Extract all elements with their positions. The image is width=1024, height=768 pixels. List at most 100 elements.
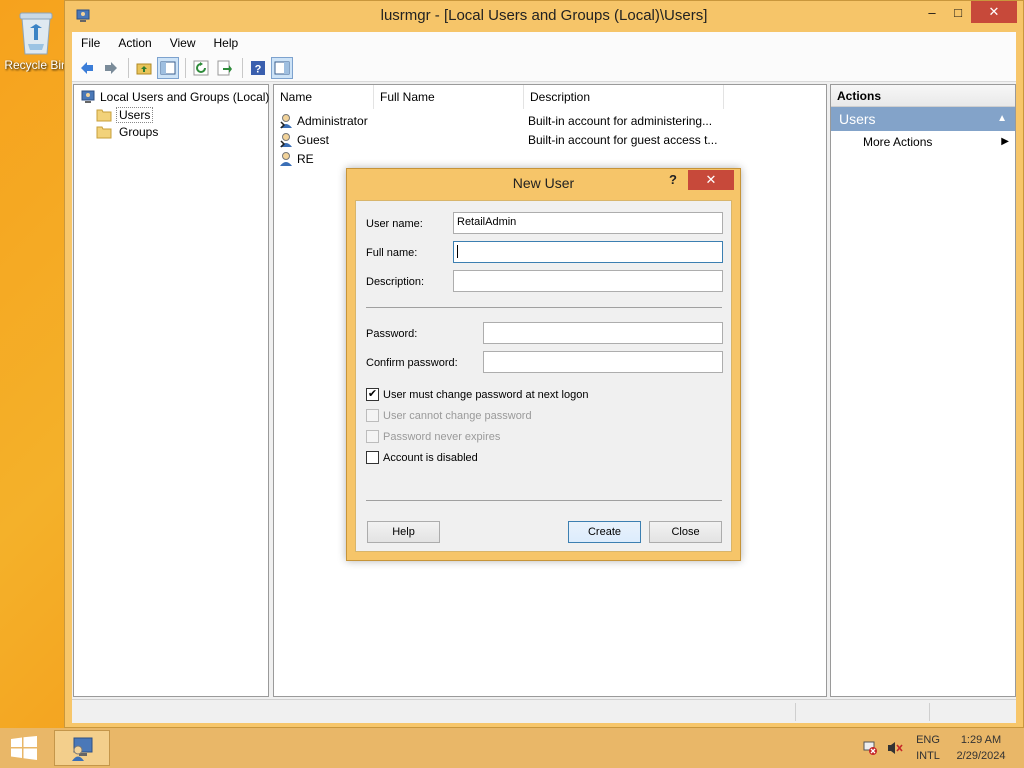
start-button[interactable] <box>10 736 38 763</box>
menu-file[interactable]: File <box>72 36 109 50</box>
console-tree: Local Users and Groups (Local) Users Gro… <box>73 84 269 697</box>
dialog-divider <box>366 307 722 308</box>
tree-root-item[interactable]: Local Users and Groups (Local) <box>80 89 269 105</box>
window-titlebar[interactable]: lusrmgr - [Local Users and Groups (Local… <box>65 1 1023 32</box>
taskbar: ENG INTL 1:29 AM 2/29/2024 <box>0 728 1024 768</box>
refresh-icon <box>193 60 209 75</box>
tree-item-users[interactable]: Users <box>96 107 154 123</box>
recycle-bin-icon <box>19 12 53 55</box>
help-button[interactable]: Help <box>367 521 440 543</box>
confirm-password-label: Confirm password: <box>366 357 458 369</box>
tree-item-groups-label: Groups <box>119 125 159 139</box>
user-icon <box>280 132 292 148</box>
input-language-indicator[interactable]: ENG INTL <box>912 732 944 764</box>
confirm-password-field[interactable] <box>483 351 723 373</box>
username-label: User name: <box>366 218 423 230</box>
minimize-button[interactable]: – <box>919 1 945 23</box>
maximize-button[interactable]: □ <box>945 1 971 23</box>
window-title: lusrmgr - [Local Users and Groups (Local… <box>380 7 708 24</box>
help-icon: ? <box>251 60 265 75</box>
collapse-up-icon[interactable]: ▲ <box>997 107 1007 131</box>
table-row[interactable]: Guest Built-in account for guest access … <box>278 130 728 149</box>
user-name-cell: RE <box>297 151 314 166</box>
clock-time: 1:29 AM <box>960 734 1002 746</box>
up-one-level-button[interactable] <box>133 57 155 79</box>
list-header: Name Full Name Description <box>274 85 826 109</box>
user-icon <box>280 113 292 129</box>
export-list-button[interactable] <box>214 57 236 79</box>
close-dialog-button[interactable]: Close <box>649 521 722 543</box>
user-description-cell: Built-in account for administering... <box>528 113 713 128</box>
local-users-groups-icon <box>81 90 95 103</box>
column-header-full-name[interactable]: Full Name <box>374 85 524 109</box>
computer-management-icon <box>72 737 93 761</box>
password-never-expires-checkbox: Password never expires <box>366 430 500 443</box>
menu-action[interactable]: Action <box>109 36 160 50</box>
table-row[interactable]: RE <box>278 149 728 168</box>
folder-icon <box>96 109 112 122</box>
tree-item-users-label: Users <box>116 107 154 123</box>
clock[interactable]: 1:29 AM 2/29/2024 <box>950 732 1012 764</box>
cannot-change-password-checkbox: User cannot change password <box>366 409 532 422</box>
action-center-flag-icon[interactable] <box>862 740 878 759</box>
back-button[interactable] <box>76 57 98 79</box>
table-row[interactable]: Administrator Built-in account for admin… <box>278 111 728 130</box>
must-change-password-label: User must change password at next logon <box>383 388 589 401</box>
toolbar: ? <box>72 54 1016 82</box>
speaker-muted-icon[interactable] <box>886 740 904 759</box>
toolbar-separator <box>185 57 186 78</box>
checkbox-checked-icon: ✔ <box>366 388 379 401</box>
text-caret <box>457 245 458 258</box>
account-disabled-checkbox[interactable]: Account is disabled <box>366 451 478 464</box>
checkbox-disabled-icon <box>366 409 379 422</box>
show-hide-console-tree-button[interactable] <box>157 56 179 79</box>
clock-date: 2/29/2024 <box>956 750 1006 762</box>
dialog-help-button[interactable]: ? <box>669 172 677 187</box>
status-divider <box>929 703 930 721</box>
dialog-close-button[interactable]: ✕ <box>688 170 734 190</box>
toolbar-separator <box>242 57 243 78</box>
username-field[interactable]: RetailAdmin <box>453 212 723 234</box>
forward-icon <box>105 61 117 74</box>
menu-view[interactable]: View <box>161 36 205 50</box>
fullname-label: Full name: <box>366 247 418 259</box>
checkbox-unchecked-icon <box>366 451 379 464</box>
help-button[interactable]: ? <box>247 57 269 79</box>
create-button[interactable]: Create <box>568 521 641 543</box>
status-divider <box>795 703 796 721</box>
dialog-body: User name: RetailAdmin Full name: Descri… <box>355 200 732 552</box>
folder-icon <box>96 126 112 139</box>
checkbox-disabled-icon <box>366 430 379 443</box>
taskbar-lusrmgr-button[interactable] <box>54 730 110 766</box>
tree-item-groups[interactable]: Groups <box>96 125 161 139</box>
forward-button[interactable] <box>100 57 122 79</box>
show-hide-action-pane-button[interactable] <box>271 56 293 79</box>
more-actions-label: More Actions <box>863 135 933 149</box>
up-folder-icon <box>136 63 152 74</box>
submenu-arrow-icon: ▶ <box>1001 136 1009 147</box>
must-change-password-checkbox[interactable]: ✔ User must change password at next logo… <box>366 388 588 401</box>
recycle-bin-shortcut[interactable]: Recycle Bin <box>4 6 68 76</box>
language-code: ENG <box>916 734 940 746</box>
column-header-description[interactable]: Description <box>524 85 724 109</box>
actions-group-label: Users <box>839 111 876 127</box>
account-disabled-label: Account is disabled <box>383 451 478 464</box>
column-header-name[interactable]: Name <box>274 85 374 109</box>
menu-bar: File Action View Help <box>72 32 1016 54</box>
user-description-cell: Built-in account for guest access t... <box>528 132 718 147</box>
more-actions-item[interactable]: More Actions ▶ <box>831 131 1015 153</box>
window-controls: – □ ✕ <box>919 1 1017 25</box>
password-label: Password: <box>366 328 418 340</box>
actions-pane: Actions Users ▲ More Actions ▶ <box>830 84 1016 697</box>
actions-group-users[interactable]: Users ▲ <box>831 107 1015 131</box>
user-icon <box>280 151 292 166</box>
close-button[interactable]: ✕ <box>971 1 1017 23</box>
toolbar-separator <box>128 57 129 78</box>
description-field[interactable] <box>453 270 723 292</box>
refresh-button[interactable] <box>190 57 212 79</box>
fullname-field[interactable] <box>453 241 723 263</box>
menu-help[interactable]: Help <box>205 36 248 50</box>
back-icon <box>81 61 93 74</box>
password-field[interactable] <box>483 322 723 344</box>
recycle-bin-label: Recycle Bin <box>4 58 68 72</box>
